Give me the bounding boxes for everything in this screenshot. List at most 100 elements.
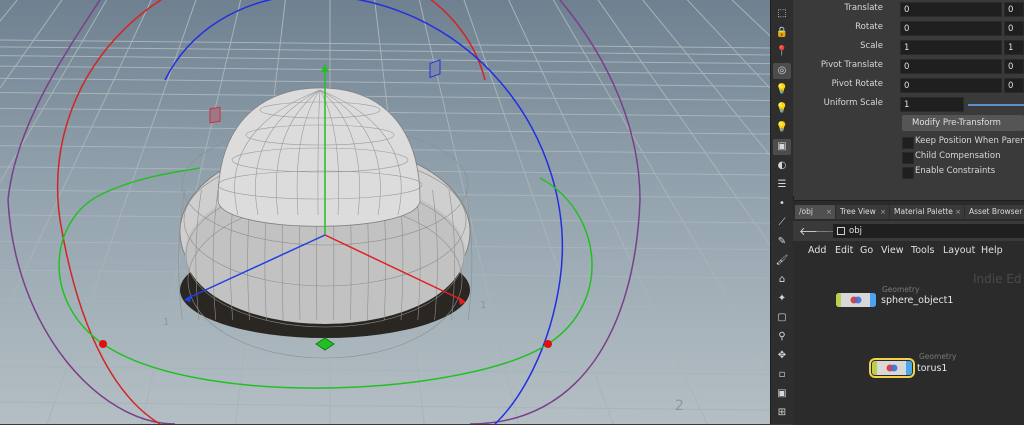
keep-position-checkbox[interactable] [902,137,914,149]
pin-icon[interactable]: 📍 [773,44,791,60]
dot-icon[interactable]: • [773,196,791,212]
scene-viewport[interactable]: 1 1 2 [0,0,770,424]
pivot-rotate-y-field[interactable]: 0 [1004,78,1024,93]
param-label: Scale [860,41,883,51]
param-row-translate: Translate 0 0 [793,2,1024,18]
ring-handle-right[interactable] [544,340,552,348]
viewport-canvas[interactable]: 1 1 2 [0,0,770,424]
modify-pre-transform-button[interactable]: Modify Pre-Transform [902,115,1024,131]
shape-icon[interactable]: ✦ [773,291,791,307]
tab-label: Material Palette [894,207,953,216]
uniform-scale-field[interactable]: 1 [900,97,964,112]
light-alt-icon[interactable]: 💡 [773,101,791,117]
checkbox-label: Enable Constraints [915,166,996,176]
rotate-ring-purple-right[interactable] [469,199,641,424]
pane-tabs: /obj × Tree View × Material Palette × Asset… [793,205,1024,219]
rotate-y-field[interactable]: 0 [1004,21,1024,36]
rotate-x-field[interactable]: 0 [900,21,1002,36]
menu-add[interactable]: Add [808,245,826,256]
edition-watermark: Indie Ed [973,272,1022,286]
menu-help[interactable]: Help [981,245,1003,256]
pivot-translate-y-field[interactable]: 0 [1004,59,1024,74]
scene-icon[interactable]: ▣ [773,139,791,155]
param-label: Translate [844,3,883,13]
snap-icon[interactable]: ◎ [773,63,791,79]
checkbox-label: Child Compensation [915,151,1001,161]
bone-icon[interactable]: ✥ [773,348,791,364]
menu-go[interactable]: Go [860,245,873,256]
house-icon[interactable]: ⌂ [773,272,791,288]
tab-material-palette[interactable]: Material Palette × [890,205,964,219]
node-sphere-object1[interactable] [836,293,876,307]
knife-icon[interactable]: ✎ [773,234,791,250]
child-compensation-checkbox[interactable] [902,152,914,164]
node-name-label: sphere_object1 [881,295,954,306]
network-graph[interactable]: Indie Ed Geometry sphere_object1 Geometr… [793,263,1024,425]
uniform-scale-slider[interactable] [968,104,1024,106]
lock-icon[interactable]: 🔒 [773,25,791,41]
tab-asset-browser[interactable]: Asset Browser [965,205,1024,219]
translate-x-field[interactable]: 0 [900,2,1002,17]
square-icon[interactable]: ▫ [773,367,791,383]
node-type-label: Geometry [919,352,957,361]
xy-plane-handle[interactable] [209,106,221,124]
menu-tools[interactable]: Tools [911,245,934,256]
display-icon[interactable]: ◐ [773,158,791,174]
scale-y-field[interactable]: 1 [1004,40,1024,55]
rotate-ring-purple-top-right[interactable] [559,0,641,201]
node-type-label: Geometry [882,285,920,294]
menu-view[interactable]: View [881,245,904,256]
xz-plane-handle[interactable] [315,337,335,351]
grid-label: 1 [480,300,486,311]
box-icon[interactable]: ▢ [773,310,791,326]
rotate-ring-purple[interactable] [7,199,176,424]
light-icon[interactable]: 💡 [773,82,791,98]
network-path-field[interactable]: obj [833,224,1024,238]
pivot-translate-x-field[interactable]: 0 [900,59,1002,74]
ring-handle-left[interactable] [99,340,107,348]
network-menu-bar: Add Edit Go View Tools Layout Help [793,243,1024,261]
tab-tree-view[interactable]: Tree View × [836,205,889,219]
pivot-rotate-x-field[interactable]: 0 [900,78,1002,93]
translate-y-field[interactable]: 0 [1004,2,1024,17]
enable-constraints-checkbox[interactable] [902,167,914,179]
camera-icon[interactable]: ▣ [773,386,791,402]
rig-icon[interactable]: ⚲ [773,329,791,345]
network-editor-pane: /obj × Tree View × Material Palette × Asset… [793,200,1024,425]
param-row-scale: Scale 1 1 [793,40,1024,56]
geometry-node-icon [850,296,862,304]
param-row-pivot-rotate: Pivot Rotate 0 0 [793,78,1024,94]
close-icon[interactable]: × [880,205,886,219]
menu-edit[interactable]: Edit [835,245,853,256]
tab-label: /obj [799,207,813,216]
path-label: obj [849,226,862,236]
zy-plane-handle[interactable] [429,59,441,79]
close-icon[interactable]: × [826,205,832,219]
menu-layout[interactable]: Layout [943,245,975,256]
grid-label: 1 [163,317,169,328]
path-bar: 🡐 🡒 obj [793,221,1024,241]
paint-icon[interactable]: 🖌 [773,253,791,269]
select-icon[interactable]: ⬚ [773,6,791,22]
y-axis-arrow[interactable] [321,64,329,72]
param-label: Pivot Translate [820,60,883,70]
tab-label: Tree View [840,207,876,216]
sphere-object[interactable] [217,87,423,227]
rotate-ring-purple-top[interactable] [7,0,101,201]
folder-icon [837,227,845,235]
param-label: Rotate [855,22,883,32]
param-label: Uniform Scale [823,98,883,108]
scale-x-field[interactable]: 1 [900,40,1002,55]
camera-light-icon[interactable]: 💡 [773,120,791,136]
display-alt-icon[interactable]: ⊞ [773,405,791,421]
tab-obj[interactable]: /obj × [795,205,835,219]
node-torus1[interactable] [869,358,915,378]
param-row-rotate: Rotate 0 0 [793,21,1024,37]
close-icon[interactable]: × [955,205,961,219]
node-name-label: torus1 [917,363,948,374]
tab-label: Asset Browser [969,207,1023,216]
render-icon[interactable]: ☰ [773,177,791,193]
brush-icon[interactable]: ⟋ [773,215,791,231]
param-row-uniform-scale: Uniform Scale 1 [793,97,1024,113]
tool-shelf: ⬚ 🔒 📍 ◎ 💡 💡 💡 ▣ ◐ ☰ • ⟋ ✎ 🖌 ⌂ ✦ ▢ ⚲ ✥ ▫ ▣ ⊞ [770,0,794,424]
